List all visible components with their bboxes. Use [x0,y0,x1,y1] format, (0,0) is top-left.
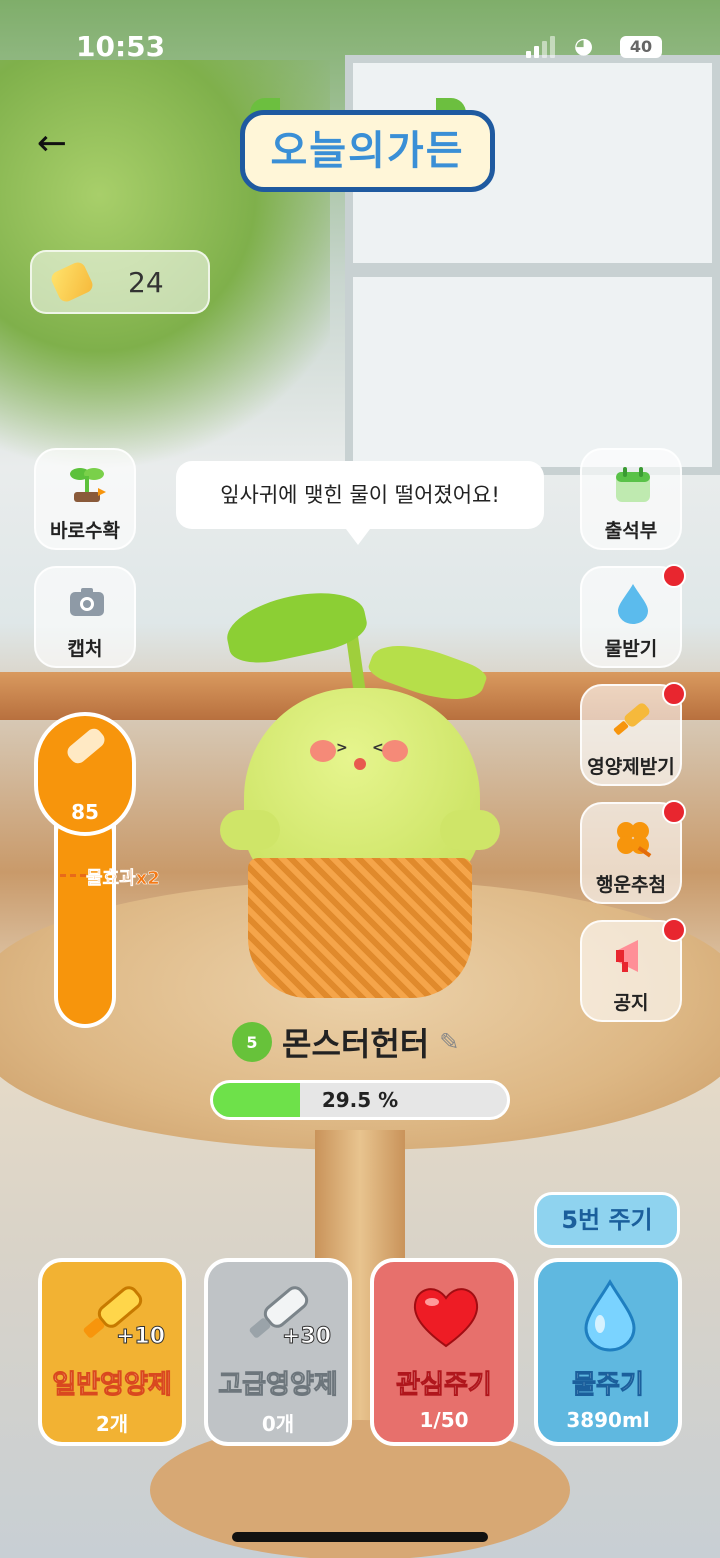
premium-nutrient-button[interactable]: +30 고급영양제 0개 [204,1258,352,1446]
plant-arm [440,810,500,850]
heart-icon [408,1278,484,1354]
notice-button[interactable]: 공지 [580,918,686,1022]
give-water-label: 물주기 [572,1370,645,1401]
sprout-icon [66,464,108,506]
attendance-button[interactable]: 출석부 [580,448,682,550]
basic-nutrient-count: 2개 [95,1412,129,1436]
growth-progress-bar: 29.5 % [210,1080,510,1120]
home-indicator[interactable] [232,1532,488,1542]
plant-name-row: 5 몬스터헌터 ✎ [232,1018,459,1066]
nutrient-bottle-icon [64,725,108,767]
notification-dot [662,564,686,588]
premium-nutrient-label: 고급영양제 [218,1370,339,1401]
water-meter-cap: 85 [34,712,136,836]
basic-nutrient-label: 일반영양제 [52,1370,173,1401]
app-logo: 오늘의가든 [240,110,495,192]
plant-cheek [310,740,336,762]
plant-name: 몬스터헌터 [282,1025,430,1063]
plant-mouth [354,758,366,770]
ticket-count: 24 [128,266,164,299]
lucky-draw-button[interactable]: 행운추첨 [580,800,686,904]
water-meter-fill [58,806,112,1024]
water-drop-icon [572,1278,648,1354]
camera-icon [66,582,108,624]
plant-cheek [382,740,408,762]
water-meter-value: 85 [71,800,99,824]
battery-icon: 40 [620,36,662,58]
give-attention-label: 관심주기 [396,1370,493,1401]
give-water-button[interactable]: 물주기 3890ml [534,1258,682,1446]
back-arrow-icon: ← [36,123,68,164]
megaphone-icon [612,936,654,978]
water-drop-icon [612,582,654,624]
status-bar: 10:53 ◕ 40 [0,0,720,92]
notification-dot [662,800,686,824]
plant-eye: > [336,740,348,756]
status-time: 10:53 [76,30,166,63]
plant-pot [248,858,472,998]
ticket-counter[interactable]: 24 [30,250,210,314]
get-water-button[interactable]: 물받기 [580,564,686,668]
wifi-icon: ◕ [574,34,594,59]
basic-nutrient-button[interactable]: +10 일반영양제 2개 [38,1258,186,1446]
screen: 10:53 ◕ 40 ← 오늘의가든 24 바로수확 캡처 출석부 물받기 영양… [0,0,720,1558]
give-attention-button[interactable]: 관심주기 1/50 [370,1258,518,1446]
capture-button[interactable]: 캡처 [34,566,136,668]
growth-progress-text: 29.5 % [321,1088,399,1112]
signal-icon [526,36,556,58]
back-button[interactable]: ← [30,122,74,166]
get-nutrient-button[interactable]: 영양제받기 [580,682,686,786]
notice-label: 공지 [613,992,649,1014]
speech-bubble: 잎사귀에 맺힌 물이 떨어졌어요! [176,461,544,545]
clover-icon [612,818,654,860]
notification-dot [662,918,686,942]
premium-nutrient-bonus: +30 [281,1324,332,1350]
water-bonus-label: 물효과x2 [86,868,160,890]
get-water-label: 물받기 [604,638,658,660]
water-bonus-marker [60,874,86,877]
ticket-icon [48,259,96,305]
premium-nutrient-count: 0개 [261,1412,295,1436]
attendance-label: 출석부 [604,520,658,542]
level-star-icon: 5 [232,1022,272,1062]
quick-harvest-label: 바로수확 [50,520,120,542]
get-nutrient-label: 영양제받기 [587,756,675,778]
nutrient-bottle-icon [612,700,654,742]
lucky-draw-label: 행운추첨 [596,874,666,896]
edit-pencil-icon[interactable]: ✎ [439,1028,459,1056]
plant-arm [220,810,280,850]
give-water-amount: 3890ml [566,1408,650,1432]
capture-label: 캡처 [67,638,103,660]
basic-nutrient-bonus: +10 [115,1324,166,1350]
plant-eye: < [372,740,384,756]
quick-harvest-button[interactable]: 바로수확 [34,448,136,550]
give-attention-count: 1/50 [419,1408,469,1432]
calendar-icon [612,464,654,506]
water-times-badge[interactable]: 5번 주기 [534,1192,680,1248]
notification-dot [662,682,686,706]
